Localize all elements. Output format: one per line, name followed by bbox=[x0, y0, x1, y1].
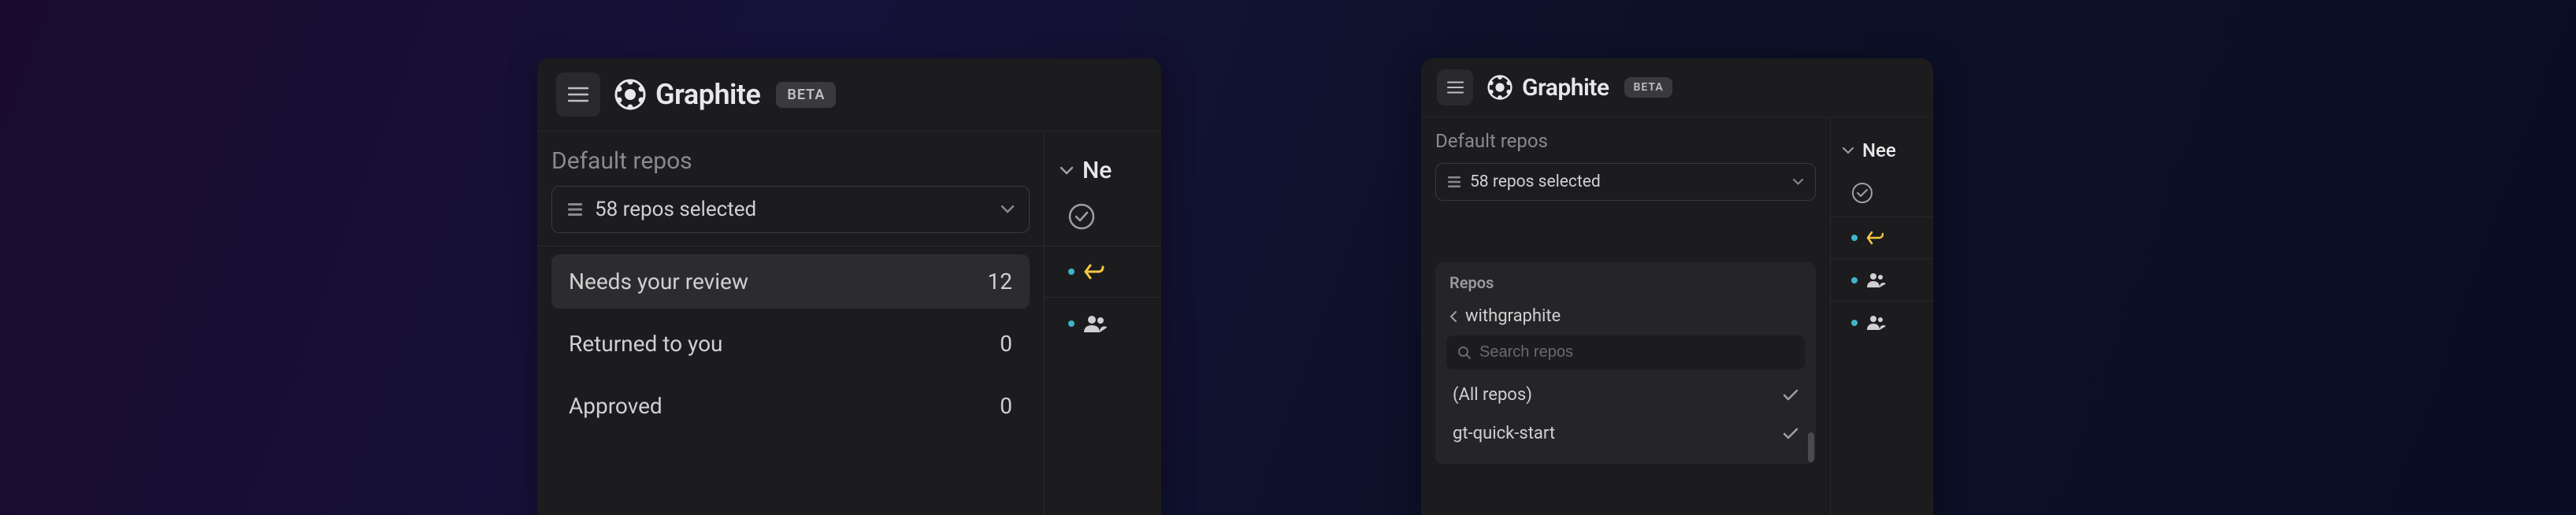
review-row[interactable] bbox=[1831, 301, 1933, 343]
search-input[interactable] bbox=[1479, 343, 1794, 361]
repo-popover: Repos withgraphite (All repos) gt-quick-… bbox=[1435, 262, 1816, 464]
chevron-down-icon bbox=[1792, 178, 1804, 186]
sidebar-item-label: Returned to you bbox=[569, 331, 722, 357]
main-column: Nee bbox=[1831, 117, 1933, 515]
graphite-logo-icon bbox=[1487, 75, 1513, 100]
reply-arrow-icon bbox=[1082, 262, 1104, 281]
sidebar-item-needs-review[interactable]: Needs your review 12 bbox=[551, 254, 1030, 309]
app-window-right: Graphite BETA Default repos 58 repos sel… bbox=[1421, 58, 1933, 515]
hamburger-icon bbox=[1447, 81, 1464, 94]
repo-selector-dropdown[interactable]: 58 repos selected bbox=[1435, 163, 1816, 201]
sidebar-item-approved[interactable]: Approved 0 bbox=[551, 379, 1030, 433]
hamburger-menu-button[interactable] bbox=[1437, 69, 1473, 106]
people-icon bbox=[1865, 314, 1886, 331]
status-dot bbox=[1851, 320, 1858, 326]
review-row[interactable] bbox=[1045, 246, 1161, 297]
sidebar-item-label: Needs your review bbox=[569, 269, 748, 295]
sidebar: Default repos 58 repos selected Repos wi… bbox=[1421, 117, 1831, 515]
dropdown-text: 58 repos selected bbox=[1470, 172, 1784, 191]
sidebar-item-count: 12 bbox=[988, 269, 1012, 295]
hamburger-icon bbox=[568, 87, 588, 102]
header: Graphite BETA bbox=[537, 58, 1161, 132]
sidebar-item-count: 0 bbox=[1000, 331, 1012, 357]
section-label: Default repos bbox=[1435, 130, 1816, 152]
review-row[interactable] bbox=[1045, 195, 1161, 246]
content-row: Default repos 58 repos selected Needs yo… bbox=[537, 132, 1161, 515]
check-icon bbox=[1783, 389, 1798, 402]
main-column: Ne bbox=[1045, 132, 1161, 515]
section-label: Default repos bbox=[551, 147, 1030, 175]
repo-item[interactable]: gt-quick-start bbox=[1446, 414, 1805, 453]
check-icon bbox=[1783, 428, 1798, 440]
status-dot bbox=[1068, 269, 1075, 275]
brand-logo-row: Graphite BETA bbox=[1487, 74, 1672, 102]
main-title: Nee bbox=[1862, 139, 1896, 161]
chevron-down-icon bbox=[1000, 205, 1015, 214]
graphite-logo-icon bbox=[614, 79, 646, 110]
header: Graphite BETA bbox=[1421, 58, 1933, 117]
scrollbar-thumb[interactable] bbox=[1808, 432, 1814, 462]
brand-name: Graphite bbox=[1522, 74, 1609, 102]
people-icon bbox=[1082, 313, 1108, 334]
status-dot bbox=[1068, 320, 1075, 327]
list-icon bbox=[1447, 175, 1461, 189]
beta-badge: BETA bbox=[776, 82, 836, 108]
check-circle-icon bbox=[1851, 182, 1873, 204]
status-dot bbox=[1851, 235, 1858, 241]
sidebar: Default repos 58 repos selected Needs yo… bbox=[537, 132, 1045, 515]
repo-item-label: (All repos) bbox=[1453, 385, 1532, 405]
brand-logo-row: Graphite BETA bbox=[614, 78, 836, 111]
sidebar-item-label: Approved bbox=[569, 393, 663, 419]
reply-arrow-icon bbox=[1865, 230, 1884, 246]
breadcrumb[interactable]: withgraphite bbox=[1446, 302, 1805, 335]
popover-label: Repos bbox=[1446, 273, 1805, 292]
search-icon bbox=[1457, 346, 1472, 360]
people-icon bbox=[1865, 272, 1886, 288]
status-dot bbox=[1851, 277, 1858, 283]
beta-badge: BETA bbox=[1624, 77, 1672, 98]
content-row: Default repos 58 repos selected Repos wi… bbox=[1421, 117, 1933, 515]
app-window-left: Graphite BETA Default repos 58 repos sel… bbox=[537, 58, 1161, 515]
repo-item-all[interactable]: (All repos) bbox=[1446, 376, 1805, 414]
breadcrumb-text: withgraphite bbox=[1465, 306, 1561, 326]
main-header[interactable]: Ne bbox=[1045, 146, 1161, 195]
repo-item-label: gt-quick-start bbox=[1453, 424, 1555, 443]
list-icon bbox=[566, 201, 584, 218]
sidebar-item-count: 0 bbox=[1000, 393, 1012, 419]
chevron-down-icon bbox=[1059, 165, 1075, 176]
check-circle-icon bbox=[1068, 203, 1095, 230]
chevron-down-icon bbox=[1842, 146, 1854, 155]
review-row[interactable] bbox=[1831, 217, 1933, 258]
main-header[interactable]: Nee bbox=[1831, 132, 1933, 169]
search-box bbox=[1446, 335, 1805, 369]
review-row[interactable] bbox=[1831, 258, 1933, 301]
main-title: Ne bbox=[1082, 157, 1112, 184]
repo-selector-dropdown[interactable]: 58 repos selected bbox=[551, 186, 1030, 233]
dropdown-text: 58 repos selected bbox=[595, 198, 989, 221]
hamburger-menu-button[interactable] bbox=[556, 72, 600, 117]
sidebar-item-returned[interactable]: Returned to you 0 bbox=[551, 317, 1030, 371]
chevron-left-icon bbox=[1449, 310, 1457, 323]
review-row[interactable] bbox=[1045, 297, 1161, 350]
review-row[interactable] bbox=[1831, 169, 1933, 217]
brand-name: Graphite bbox=[655, 78, 760, 111]
